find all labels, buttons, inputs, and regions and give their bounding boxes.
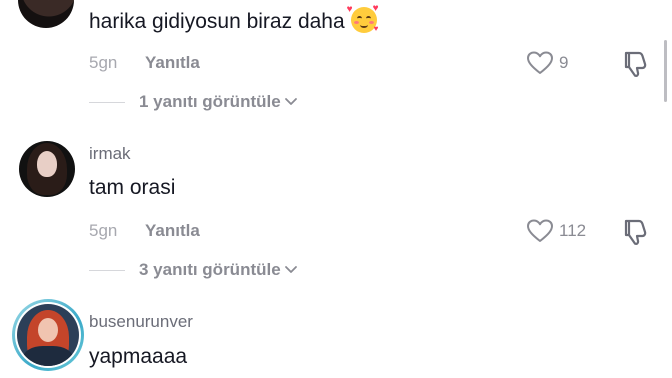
dislike-button[interactable] xyxy=(620,50,648,83)
view-replies-label: 1 yanıtı görüntüle xyxy=(139,92,281,111)
chevron-down-icon xyxy=(284,266,297,273)
chevron-down-icon xyxy=(284,98,297,105)
reply-button[interactable]: Yanıtla xyxy=(145,53,200,73)
comment-body: yapmaaaa xyxy=(89,345,188,368)
comment-body: harika gidiyosun biraz daha xyxy=(89,10,345,33)
like-button[interactable]: 112 xyxy=(527,219,586,243)
heart-outline-icon xyxy=(527,219,553,242)
comments-panel: harika gidiyosun biraz daha ♥ ♥ ♥ 5gn Ya… xyxy=(0,0,672,378)
divider xyxy=(89,101,125,103)
dislike-button[interactable] xyxy=(620,218,648,251)
comment-meta-1: 5gn Yanıtla xyxy=(89,52,200,74)
username[interactable]: busenurunver xyxy=(89,312,193,332)
avatar[interactable] xyxy=(19,141,75,197)
reply-button[interactable]: Yanıtla xyxy=(145,221,200,241)
heart-outline-icon xyxy=(527,51,553,74)
view-replies-button[interactable]: 3 yanıtı görüntüle xyxy=(89,259,298,281)
comment-time: 5gn xyxy=(89,221,118,240)
comment-body: tam orasi xyxy=(89,176,176,199)
view-replies-button[interactable]: 1 yanıtı görüntüle xyxy=(89,91,298,113)
comment-text-1: harika gidiyosun biraz daha ♥ ♥ ♥ xyxy=(89,3,379,35)
thumbs-down-icon xyxy=(624,51,647,77)
smiling-face-with-hearts-icon: ♥ ♥ ♥ xyxy=(346,3,379,33)
like-button[interactable]: 9 xyxy=(527,51,568,75)
comment-meta-2: 5gn Yanıtla xyxy=(89,220,200,242)
username[interactable]: irmak xyxy=(89,144,131,164)
like-count: 9 xyxy=(559,53,569,72)
scrollbar[interactable] xyxy=(664,40,667,102)
avatar[interactable] xyxy=(18,0,74,28)
comment-time: 5gn xyxy=(89,53,118,72)
thumbs-down-icon xyxy=(624,219,647,245)
divider xyxy=(89,269,125,271)
avatar[interactable] xyxy=(17,304,79,366)
view-replies-label: 3 yanıtı görüntüle xyxy=(139,260,281,279)
like-count: 112 xyxy=(559,221,587,240)
